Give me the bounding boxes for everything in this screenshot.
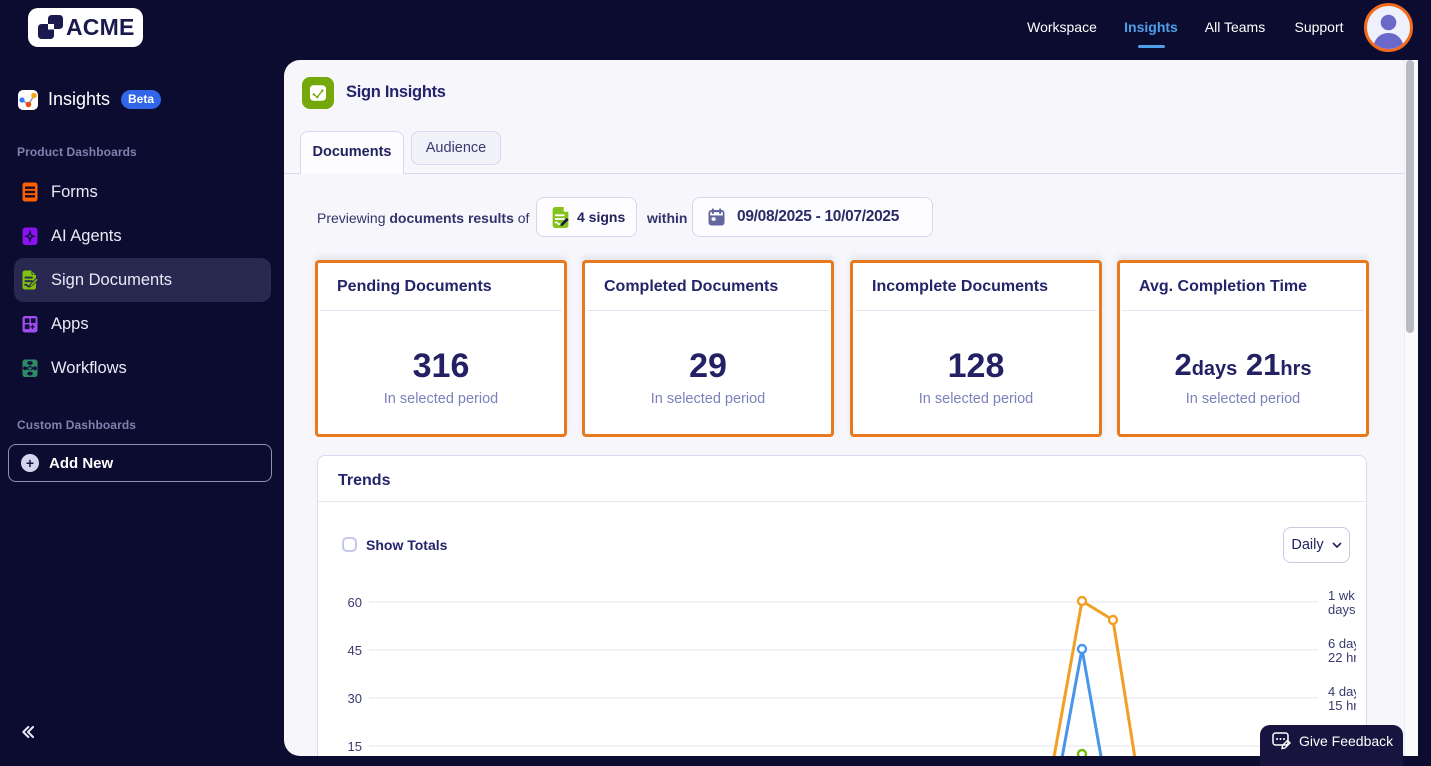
svg-text:15: 15 [348, 739, 362, 754]
svg-text:60: 60 [348, 595, 362, 610]
svg-text:15 hrs: 15 hrs [1328, 698, 1365, 713]
svg-text:1 wk 2: 1 wk 2 [1328, 588, 1366, 603]
svg-text:6 days: 6 days [1328, 636, 1366, 651]
svg-text:22 hrs: 22 hrs [1328, 650, 1365, 665]
svg-text:days: days [1328, 602, 1356, 617]
svg-text:30: 30 [348, 691, 362, 706]
svg-text:4 days: 4 days [1328, 684, 1366, 699]
svg-text:45: 45 [348, 643, 362, 658]
